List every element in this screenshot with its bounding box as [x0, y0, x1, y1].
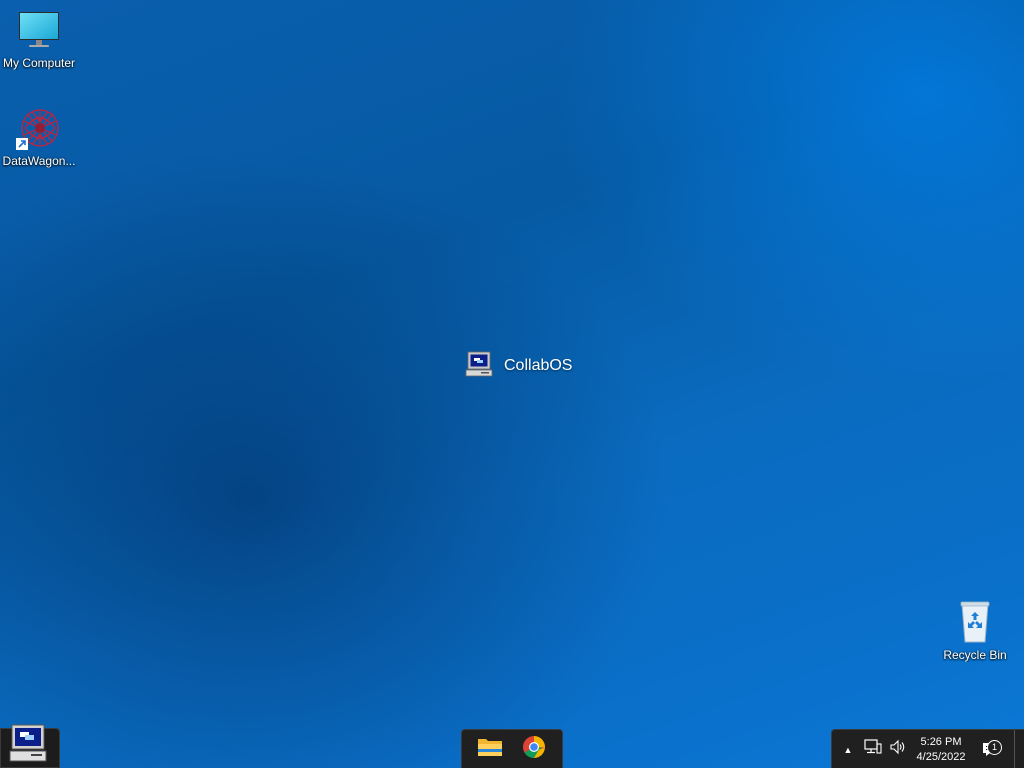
desktop-icon-label: DataWagon... [2, 154, 76, 168]
notification-count-badge: 1 [987, 739, 1002, 755]
speaker-icon [889, 739, 907, 760]
taskbar-chrome-button[interactable] [514, 731, 554, 767]
datawagon-icon [15, 104, 63, 152]
clock-time: 5:26 PM [920, 735, 962, 748]
network-icon [864, 739, 882, 760]
show-desktop-button[interactable] [1014, 730, 1024, 768]
monitor-icon [15, 6, 63, 54]
start-button[interactable] [0, 724, 60, 768]
desktop-icon-datawagon[interactable]: DataWagon... [0, 104, 79, 168]
clock-date: 4/25/2022 [916, 750, 966, 763]
notification-icon: 1 [982, 739, 1004, 761]
retro-computer-icon [9, 723, 49, 768]
network-button[interactable] [862, 730, 884, 768]
desktop: My Computer DataWagon... Recycle Bin Col… [0, 0, 1024, 768]
taskbar-pinned-apps [461, 729, 563, 768]
taskbar-file-explorer-button[interactable] [470, 731, 510, 767]
clock-button[interactable]: 5:26 PM 4/25/2022 [912, 730, 970, 768]
desktop-icon-recycle-bin[interactable]: Recycle Bin [935, 598, 1015, 662]
recycle-bin-icon [951, 598, 999, 646]
desktop-icon-my-computer[interactable]: My Computer [0, 6, 79, 70]
folder-icon [477, 736, 503, 763]
desktop-brand: CollabOS [464, 350, 572, 382]
brand-name: CollabOS [504, 357, 573, 374]
action-center-button[interactable]: 1 [980, 730, 1006, 768]
chrome-icon [522, 735, 546, 764]
desktop-icon-label: Recycle Bin [943, 648, 1007, 662]
volume-button[interactable] [887, 730, 909, 768]
chevron-up-icon: ▲ [843, 744, 853, 755]
show-hidden-icons-button[interactable]: ▲ [840, 730, 856, 768]
system-tray: ▲ 5:26 PM 4/25/2022 1 [831, 729, 1024, 768]
retro-computer-icon [464, 349, 494, 384]
desktop-icon-label: My Computer [2, 56, 76, 70]
